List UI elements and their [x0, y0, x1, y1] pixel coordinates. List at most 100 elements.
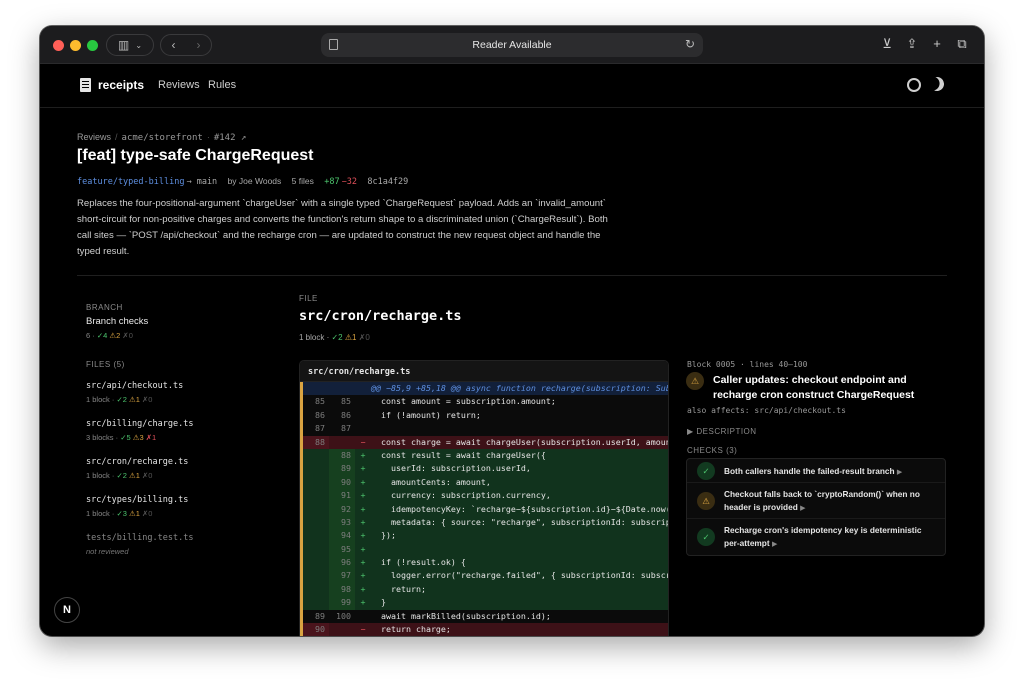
check-icon: ✓ [697, 462, 715, 480]
code-text: } [371, 597, 386, 608]
new-line-number: 97 [329, 569, 355, 583]
new-line-number: 94 [329, 529, 355, 543]
next-js-badge[interactable]: N [54, 597, 80, 623]
checks-label: CHECKS (3) [687, 446, 738, 455]
github-icon[interactable] [907, 78, 921, 92]
description-toggle[interactable]: ▶ DESCRIPTION [687, 427, 757, 436]
file-label: FILE [299, 294, 318, 303]
diff-sign: + [360, 530, 366, 541]
error-count: ✗0 [142, 471, 153, 480]
error-count: ✗0 [142, 395, 153, 404]
warn-count: ⚠1 [129, 509, 140, 518]
sidebar-toggle-button[interactable]: ▥ ⌄ [106, 34, 154, 56]
branch-stats: 6 · ✓4 ⚠2 ✗0 [86, 331, 133, 340]
diff-sign: + [360, 449, 366, 460]
file-item-recharge[interactable]: src/cron/recharge.ts [86, 457, 188, 467]
old-line-number [303, 489, 329, 502]
check-item[interactable]: ✓ Both callers handle the failed-result … [687, 459, 945, 483]
close-window-button[interactable] [53, 40, 64, 51]
new-line-number: 92 [329, 502, 355, 516]
new-tab-icon[interactable]: + [928, 35, 946, 53]
block-meta: Block 0005 · lines 40–100 [687, 360, 808, 369]
minimize-window-button[interactable] [70, 40, 81, 51]
old-line-number: 86 [315, 409, 325, 420]
check-icon: ✓ [697, 528, 715, 546]
pr-author: by Joe Woods [227, 176, 282, 186]
block-title: Caller updates: checkout endpoint and re… [713, 374, 915, 401]
expand-icon[interactable]: ▶ [772, 541, 777, 548]
code-text: return charge; [371, 624, 451, 635]
diff-line: 97 + logger.error("recharge.failed", { su… [303, 569, 668, 583]
expand-icon[interactable]: ▶ [800, 505, 805, 512]
address-bar[interactable]: Reader Available ↻ [321, 33, 703, 57]
new-line-number: 88 [329, 448, 355, 463]
new-line-number: 90 [329, 475, 355, 490]
diff-sign: + [360, 597, 366, 608]
check-item[interactable]: ⚠ Checkout falls back to `cryptoRandom()… [687, 483, 945, 519]
old-line-number: 89 [315, 610, 325, 621]
diff-sign [355, 382, 371, 395]
breadcrumb-repo[interactable]: acme/storefront [122, 133, 203, 143]
block-count: 1 block [86, 509, 110, 518]
diff-sign: − [360, 436, 366, 447]
diff-line: 96 + if (!result.ok) { [303, 556, 668, 570]
site-logo[interactable]: receipts [98, 78, 144, 92]
code-text: idempotencyKey: `recharge−${subscription… [371, 503, 668, 514]
new-line-number: 85 [341, 396, 351, 407]
zoom-window-button[interactable] [87, 40, 98, 51]
history-nav: ‹ › [160, 34, 212, 56]
breadcrumb-reviews[interactable]: Reviews [77, 132, 111, 142]
share-icon[interactable]: ⇪ [903, 35, 921, 53]
address-text: Reader Available [472, 39, 552, 51]
reload-icon[interactable]: ↻ [685, 37, 695, 51]
commit-hash[interactable]: 8c1a4f29 [367, 177, 408, 187]
check-text: Recharge cron's idempotency key is deter… [724, 525, 922, 548]
warn-count: ⚠1 [129, 471, 140, 480]
ok-count: ✓2 [331, 333, 343, 342]
checks-list: ✓ Both callers handle the failed-result … [686, 458, 946, 556]
code-text: currency: subscription.currency, [371, 490, 551, 501]
old-line-number [303, 382, 329, 395]
file-item-charge[interactable]: src/billing/charge.ts [86, 419, 193, 429]
forward-button[interactable]: › [186, 38, 211, 52]
tab-overview-icon[interactable]: ⧉ [953, 35, 971, 53]
error-count: ✗0 [142, 509, 153, 518]
download-icon[interactable]: ⊻ [878, 35, 896, 53]
file-item-checkout[interactable]: src/api/checkout.ts [86, 381, 183, 391]
branch-checks-link[interactable]: Branch checks [86, 316, 148, 327]
chevron-down-icon: ⌄ [135, 40, 143, 50]
breadcrumb-pr-link[interactable]: #142 ↗ [214, 133, 247, 143]
diff-sign: − [360, 624, 366, 635]
diff-line: 98 + return; [303, 582, 668, 597]
pr-file-count: 5 files [291, 176, 314, 186]
file-stats: 1 block · ✓2 ⚠1 ✗0 [86, 471, 153, 480]
block-count: 1 block [86, 471, 110, 480]
new-line-number: 95 [329, 542, 355, 557]
old-line-number: 88 [303, 435, 329, 449]
code-text: metadata: { source: "recharge", subscrip… [390, 516, 668, 527]
old-line-number [303, 476, 329, 489]
check-text: Checkout falls back to `cryptoRandom()` … [724, 489, 920, 512]
base-branch: → main [186, 177, 218, 187]
check-item[interactable]: ✓ Recharge cron's idempotency key is det… [687, 519, 945, 556]
expand-icon[interactable]: ▶ [897, 469, 902, 476]
pr-additions: +87 [324, 177, 340, 187]
browser-window: ▥ ⌄ ‹ › Reader Available ↻ ⊻ ⇪ + ⧉ recei… [40, 26, 984, 636]
new-line-number [329, 623, 355, 636]
diff-sign: + [360, 570, 366, 581]
file-item-billing-types[interactable]: src/types/billing.ts [86, 495, 188, 505]
diff-line: 87 87 [303, 422, 668, 436]
file-stats: 1 block · ✓2 ⚠1 ✗0 [86, 395, 153, 404]
reader-icon[interactable] [329, 39, 338, 50]
code-text: }); [371, 530, 396, 541]
file-item-billing-test[interactable]: tests/billing.test.ts [86, 533, 193, 543]
nav-rules[interactable]: Rules [208, 79, 236, 91]
pr-description: Replaces the four-positional-argument `c… [77, 198, 608, 257]
branch-check-count: 6 [86, 331, 91, 340]
old-line-number: 87 [315, 423, 325, 434]
diff-sign: + [360, 543, 366, 554]
branch-name[interactable]: feature/typed-billing [77, 177, 184, 187]
moon-icon[interactable] [928, 75, 946, 93]
nav-reviews[interactable]: Reviews [158, 79, 200, 91]
back-button[interactable]: ‹ [161, 38, 186, 52]
